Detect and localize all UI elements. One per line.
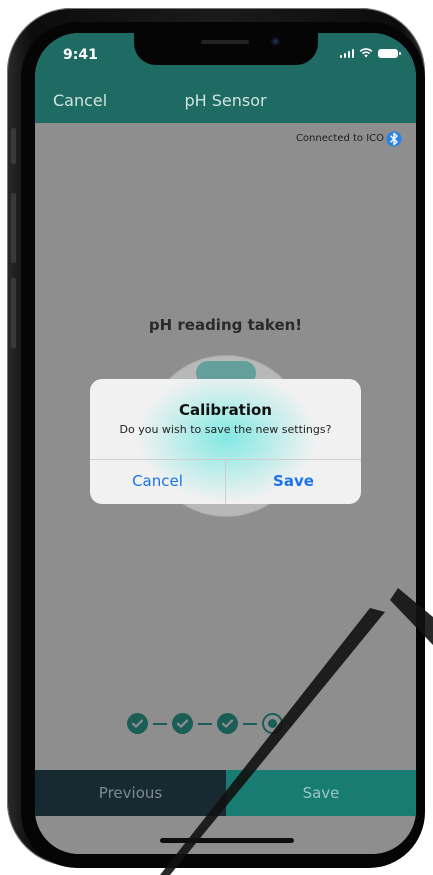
mute-switch [11, 128, 16, 164]
dialog-title: Calibration [179, 401, 272, 419]
app-screen: 9:41 Cancel pH Sensor Connected to ICO p… [35, 33, 416, 854]
dialog-message: Do you wish to save the new settings? [119, 423, 332, 436]
step-connector [243, 722, 257, 725]
speaker-grille [201, 40, 249, 44]
device-notch [134, 33, 318, 65]
calibration-dialog: Calibration Do you wish to save the new … [90, 379, 361, 504]
front-camera [271, 37, 280, 46]
save-button[interactable]: Save [226, 770, 416, 816]
previous-button[interactable]: Previous [35, 770, 226, 816]
step-indicator [127, 713, 283, 734]
home-indicator[interactable] [160, 838, 294, 843]
battery-icon [378, 48, 401, 58]
home-area [35, 816, 416, 854]
status-time: 9:41 [63, 47, 98, 63]
dialog-cancel-button[interactable]: Cancel [90, 459, 225, 504]
cellular-signal-icon [339, 48, 354, 58]
step-connector [153, 722, 167, 725]
step-4-current-icon [262, 713, 283, 734]
status-icons [339, 48, 401, 58]
bluetooth-icon [386, 131, 402, 147]
step-connector [198, 722, 212, 725]
step-1-complete-icon [127, 713, 148, 734]
volume-up-button [11, 193, 16, 263]
dialog-save-button[interactable]: Save [226, 459, 361, 504]
wifi-icon [359, 48, 373, 58]
step-3-complete-icon [217, 713, 238, 734]
reading-status-text: pH reading taken! [148, 316, 303, 334]
page-title: pH Sensor [184, 91, 267, 110]
step-2-complete-icon [172, 713, 193, 734]
volume-down-button [11, 278, 16, 348]
connection-status: Connected to ICO [295, 133, 384, 144]
